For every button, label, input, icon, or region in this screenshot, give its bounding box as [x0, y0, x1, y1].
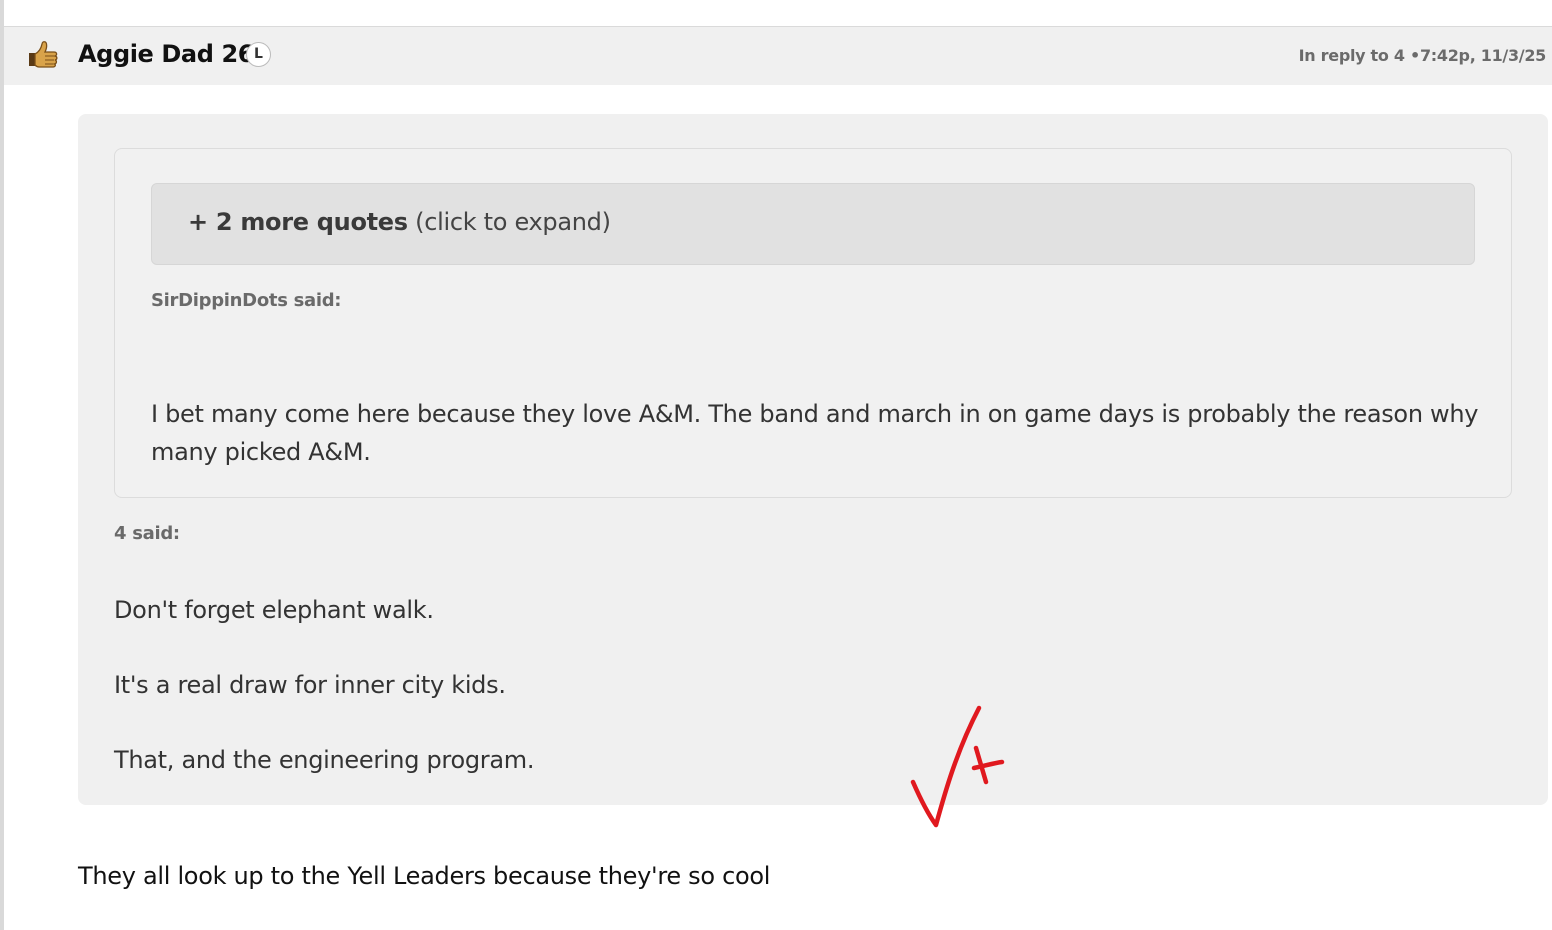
reply-prefix: In reply to [1298, 46, 1389, 65]
reply-to-link[interactable]: 4 [1394, 46, 1405, 65]
inner-quote-author: SirDippinDots said: [151, 290, 342, 311]
post-timestamp: 7:42p, 11/3/25 [1419, 46, 1546, 65]
outer-quote-author: 4 said: [114, 523, 180, 544]
outer-quote-paragraph: It's a real draw for inner city kids. [114, 671, 506, 699]
red-checkmark-plus-annotation [910, 705, 1005, 828]
left-border [0, 0, 4, 930]
reply-meta: In reply to 4 •7:42p, 11/3/25 [1298, 46, 1547, 65]
outer-quote-paragraph: That, and the engineering program. [114, 746, 535, 774]
inner-quote-text: I bet many come here because they love A… [151, 395, 1491, 471]
expand-quotes-count: + 2 more quotes [188, 208, 408, 236]
outer-quote-paragraph: Don't forget elephant walk. [114, 596, 434, 624]
reply-body: They all look up to the Yell Leaders bec… [78, 862, 771, 890]
inner-quote-line: I bet many come here because they love A… [151, 400, 1479, 428]
post-header: Aggie Dad 26 L In reply to 4 •7:42p, 11/… [4, 27, 1552, 85]
inner-quote-block: + 2 more quotes (click to expand) SirDip… [114, 148, 1512, 498]
expand-quotes-button[interactable]: + 2 more quotes (click to expand) [151, 183, 1475, 265]
username[interactable]: Aggie Dad 26 [78, 40, 254, 68]
outer-quote-block: + 2 more quotes (click to expand) SirDip… [78, 114, 1548, 805]
expand-quotes-label: + 2 more quotes (click to expand) [188, 208, 611, 236]
membership-badge: L [246, 42, 271, 67]
thumbs-up-hand-icon[interactable] [26, 39, 62, 69]
inner-quote-line: many picked A&M. [151, 438, 371, 466]
meta-separator: • [1410, 46, 1420, 65]
expand-quotes-hint: (click to expand) [415, 208, 611, 236]
